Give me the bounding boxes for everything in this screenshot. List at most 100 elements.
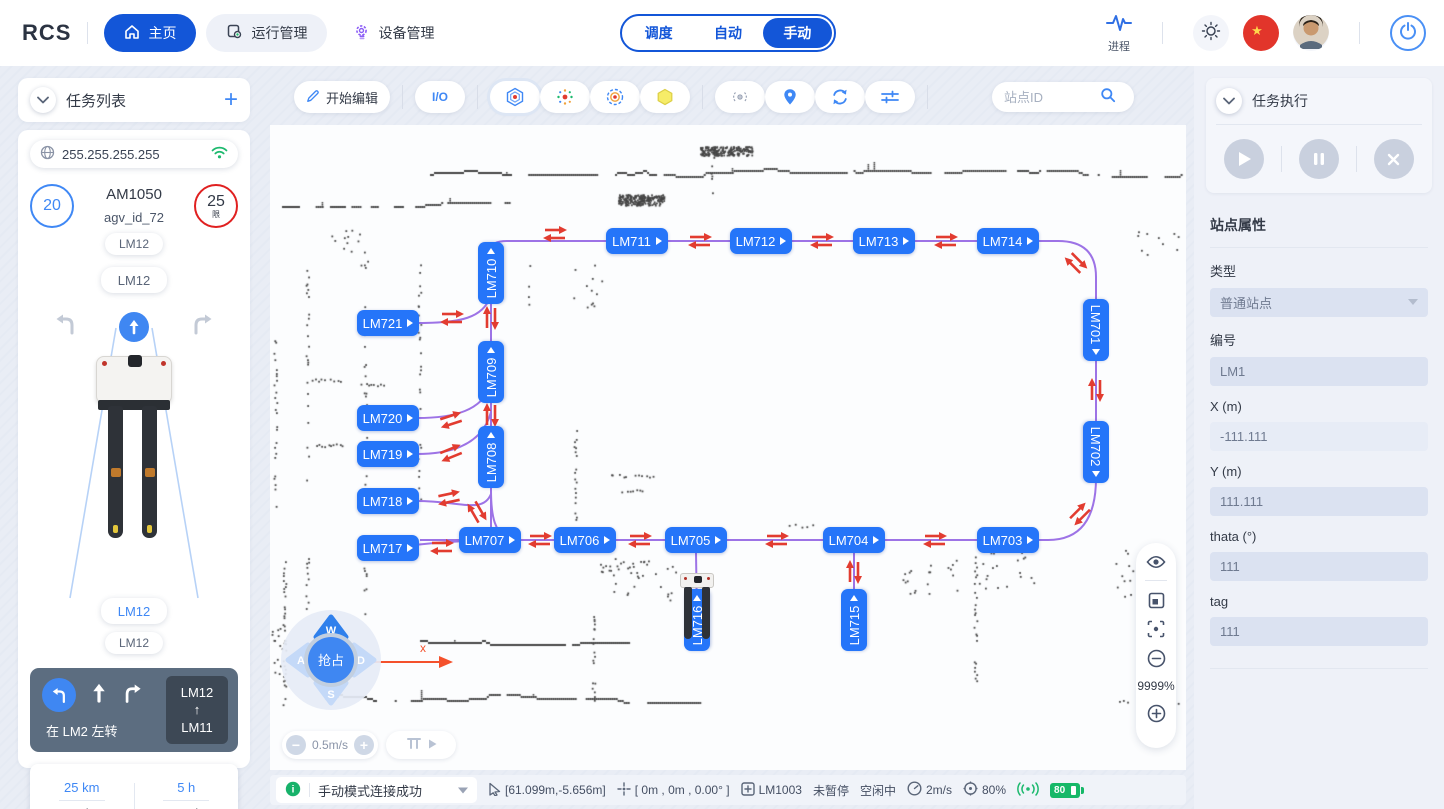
status-message-dropdown[interactable]: i 手动模式连接成功: [276, 777, 477, 803]
prop-label: 编号: [1210, 330, 1428, 349]
prop-select[interactable]: 普通站点: [1210, 288, 1428, 317]
station-LM706[interactable]: LM706: [554, 527, 616, 553]
speed-circles-row: 20 AM1050 agv_id_72 LM12 25 限: [30, 184, 238, 255]
speed-increase-button[interactable]: +: [354, 735, 374, 755]
language-flag-button[interactable]: ★: [1243, 15, 1279, 51]
path-arrow-pair: [933, 232, 959, 250]
turn-right-icon[interactable]: [122, 682, 144, 709]
station-LM721[interactable]: LM721: [357, 310, 419, 336]
current-speed-circle: 20: [30, 184, 74, 228]
center-focus-button[interactable]: [1147, 620, 1165, 638]
task-pause-button[interactable]: [1299, 139, 1339, 179]
visibility-button[interactable]: [1146, 555, 1166, 569]
station-LM711[interactable]: LM711: [606, 228, 668, 254]
theme-button[interactable]: [1193, 15, 1229, 51]
prop-field-4: thata (°)111: [1210, 529, 1428, 581]
nav-item-home[interactable]: 主页: [104, 14, 196, 52]
next-station-badge: LM12: [105, 632, 163, 654]
tab-manual[interactable]: 手动: [763, 18, 832, 48]
station-LM707[interactable]: LM707: [459, 527, 521, 553]
svg-text:i: i: [292, 784, 295, 795]
station-badge: LM12: [105, 233, 163, 255]
collapse-task-exec-button[interactable]: [1216, 88, 1242, 114]
nav-item-operations[interactable]: 运行管理: [206, 14, 327, 52]
prop-input[interactable]: 111: [1210, 617, 1428, 646]
station-direction-icon: [850, 595, 858, 601]
user-avatar[interactable]: [1293, 15, 1329, 51]
cursor-position-value: [61.099m,-5.656m]: [505, 783, 606, 797]
nav-item-devices[interactable]: 设备管理: [333, 14, 454, 52]
map-robot[interactable]: [680, 573, 714, 665]
station-LM720[interactable]: LM720: [357, 405, 419, 431]
station-LM719[interactable]: LM719: [357, 441, 419, 467]
path-arrow-pair: [439, 309, 465, 327]
collapse-task-list-button[interactable]: [30, 87, 56, 113]
rcs-app: RCS 主页 运行管理 设备管理 调度 自动 手动 进程: [0, 0, 1444, 809]
station-direction-icon: [780, 237, 786, 245]
station-label: LM708: [484, 443, 499, 483]
station-direction-icon: [407, 414, 413, 422]
top-navbar: RCS 主页 运行管理 设备管理 调度 自动 手动 进程: [0, 0, 1444, 66]
station-LM708[interactable]: LM708: [478, 426, 504, 488]
station-LM714[interactable]: LM714: [977, 228, 1039, 254]
station-LM715[interactable]: LM715: [841, 589, 867, 651]
task-list-header: 任务列表 +: [18, 78, 250, 122]
station-direction-icon: [903, 237, 909, 245]
station-LM709[interactable]: LM709: [478, 341, 504, 403]
prop-input[interactable]: LM1: [1210, 357, 1428, 386]
station-LM702[interactable]: LM702: [1083, 421, 1109, 483]
prop-input[interactable]: 111.111: [1210, 487, 1428, 516]
process-button[interactable]: 进程: [1106, 13, 1132, 54]
prop-input[interactable]: -111.111: [1210, 422, 1428, 451]
station-LM710[interactable]: LM710: [478, 242, 504, 304]
svg-text:D: D: [357, 655, 365, 667]
battery-indicator: 80: [1050, 783, 1080, 798]
station-LM712[interactable]: LM712: [730, 228, 792, 254]
path-arrow-pair: [922, 531, 948, 549]
prop-field-5: tag 111: [1210, 594, 1428, 646]
straight-icon[interactable]: [91, 682, 107, 709]
station-LM701[interactable]: LM701: [1083, 299, 1109, 361]
station-LM705[interactable]: LM705: [665, 527, 727, 553]
power-button[interactable]: [1390, 15, 1426, 51]
station-LM718[interactable]: LM718: [357, 488, 419, 514]
station-LM703[interactable]: LM703: [977, 527, 1039, 553]
tab-auto[interactable]: 自动: [693, 18, 762, 48]
tab-dispatch[interactable]: 调度: [624, 18, 693, 48]
path-arrow-pair: [809, 232, 835, 250]
station-LM704[interactable]: LM704: [823, 527, 885, 553]
speed-control: − 0.5m/s +: [282, 731, 378, 759]
navbar-right: 进程 ★: [1106, 0, 1426, 66]
station-LM713[interactable]: LM713: [853, 228, 915, 254]
task-play-button[interactable]: [1224, 139, 1264, 179]
station-LM717[interactable]: LM717: [357, 535, 419, 561]
manual-joystick[interactable]: W A S D 抢占: [281, 610, 381, 710]
radio-waves-icon: [1017, 782, 1039, 799]
vehicle-model: AM1050: [104, 186, 164, 203]
station-direction-icon: [487, 347, 495, 353]
vehicle-ip-row[interactable]: 255.255.255.255: [30, 140, 238, 168]
station-label: LM718: [363, 494, 403, 509]
prop-label: tag: [1210, 594, 1428, 609]
right-panel: 任务执行 站点属性 类型普通站点编号LM1X (m)-111.111Y (m)1…: [1194, 66, 1444, 809]
turn-left-active-button[interactable]: [42, 678, 76, 712]
path-arrow-pair: [764, 531, 790, 549]
nav-item-label: 设备管理: [378, 23, 434, 43]
task-cancel-button[interactable]: [1374, 139, 1414, 179]
add-task-button[interactable]: +: [224, 88, 238, 112]
station-direction-icon: [407, 450, 413, 458]
wifi-icon: [211, 146, 228, 162]
path-network: [270, 70, 1186, 809]
prop-input[interactable]: 111: [1210, 552, 1428, 581]
station-badge: LM12: [101, 267, 167, 293]
zoom-out-button[interactable]: [1147, 649, 1166, 668]
fit-view-button[interactable]: [1148, 592, 1165, 609]
battery-value: 80: [1054, 785, 1065, 796]
map-panel: 开始编辑 I/O: [270, 70, 1186, 809]
fork-action-button[interactable]: [386, 731, 456, 759]
task-exec-title: 任务执行: [1252, 91, 1308, 111]
navigation-panel: 在 LM2 左转 LM12 ↑ LM11: [30, 668, 238, 752]
station-direction-icon: [509, 536, 515, 544]
zoom-in-button[interactable]: [1147, 704, 1166, 723]
speed-decrease-button[interactable]: −: [286, 735, 306, 755]
